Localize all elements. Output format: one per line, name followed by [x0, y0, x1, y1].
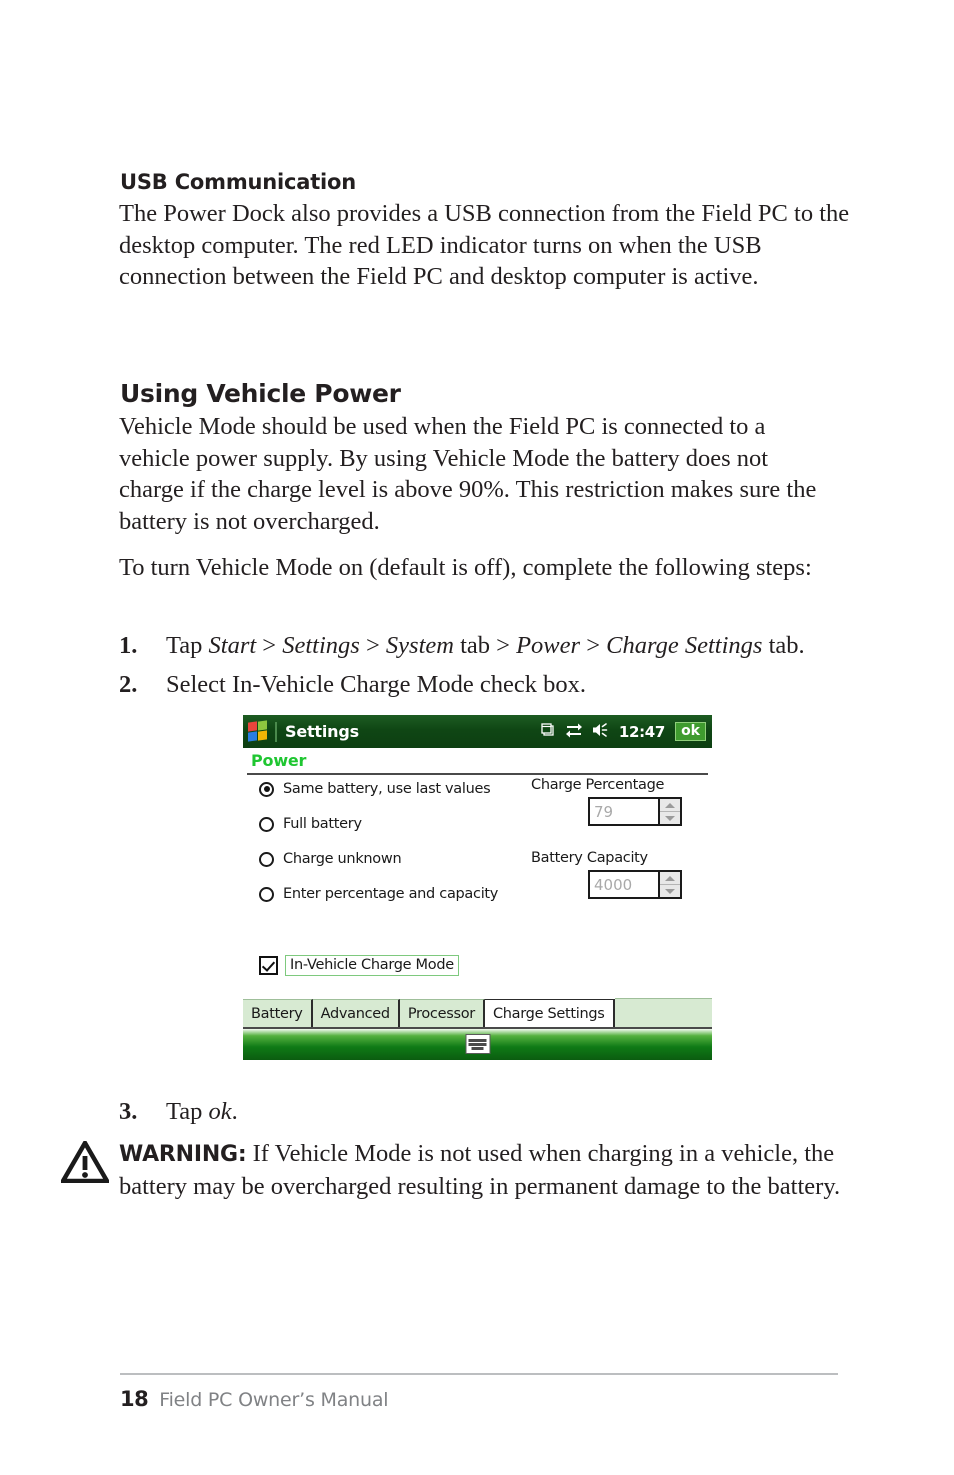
step-sep-2: >: [359, 632, 386, 659]
step-item-3: 3. Tap ok.: [119, 1096, 879, 1128]
in-vehicle-charge-mode-checkbox[interactable]: In-Vehicle Charge Mode: [259, 955, 459, 976]
radio-label: Same battery, use last values: [283, 781, 491, 797]
battery-capacity-group: Battery Capacity 4000: [531, 850, 682, 899]
device-title: Settings: [285, 722, 359, 741]
charge-percentage-value[interactable]: 79: [590, 799, 658, 824]
step-number: 2.: [119, 671, 138, 698]
charge-percentage-stepper[interactable]: 79: [588, 797, 682, 826]
radio-same-battery[interactable]: Same battery, use last values: [259, 781, 491, 797]
step-sep-3: tab >: [453, 632, 517, 659]
radio-label: Enter percentage and capacity: [283, 886, 499, 902]
keyboard-icon[interactable]: [465, 1034, 490, 1054]
page-number: 18: [120, 1387, 149, 1411]
applet-divider: [247, 773, 708, 775]
page-footer: 18 Field PC Owner’s Manual: [120, 1387, 389, 1411]
radio-enter-percentage-capacity[interactable]: Enter percentage and capacity: [259, 886, 498, 902]
step-italic-power: Power: [516, 632, 581, 659]
radio-indicator: [259, 816, 274, 832]
applet-title: Power: [251, 751, 307, 770]
radio-indicator: [259, 781, 274, 797]
windows-flag-icon[interactable]: [248, 719, 270, 743]
charge-percentage-group: Charge Percentage 79: [531, 777, 682, 826]
tab-strip-filler: [614, 998, 712, 1027]
volume-speaker-icon[interactable]: [592, 722, 610, 742]
device-body: Same battery, use last values Full batte…: [243, 777, 712, 999]
radio-indicator: [259, 851, 274, 867]
settings-tab-strip: Battery Advanced Processor Charge Settin…: [243, 998, 712, 1029]
warning-block: WARNING: If Vehicle Mode is not used whe…: [59, 1138, 849, 1202]
step-suffix: tab.: [762, 632, 805, 659]
device-clock: 12:47: [618, 722, 666, 741]
radio-label: Full battery: [283, 816, 362, 832]
ok-button[interactable]: ok: [675, 722, 706, 741]
step-italic-start: Start: [208, 632, 257, 659]
step-text: Select In-Vehicle Charge Mode check box.: [166, 671, 586, 698]
using-vehicle-power-heading: Using Vehicle Power: [120, 379, 401, 408]
radio-full-battery[interactable]: Full battery: [259, 816, 362, 832]
spinner-increment-button[interactable]: [660, 872, 680, 885]
connectivity-arrows-icon[interactable]: [565, 722, 583, 742]
device-taskbar: [243, 1029, 712, 1060]
checkbox-indicator: [259, 956, 278, 975]
checkbox-label: In-Vehicle Charge Mode: [285, 955, 459, 976]
warning-text: WARNING: If Vehicle Mode is not used whe…: [119, 1138, 849, 1202]
step-item-2: 2. Select In-Vehicle Charge Mode check b…: [119, 669, 879, 701]
battery-capacity-value[interactable]: 4000: [590, 872, 658, 897]
usb-communication-paragraph: The Power Dock also provides a USB conne…: [119, 200, 850, 291]
step-italic-system: System: [385, 632, 454, 659]
spinner-decrement-button[interactable]: [660, 812, 680, 824]
radio-label: Charge unknown: [283, 851, 402, 867]
multitask-windows-icon[interactable]: [540, 722, 556, 742]
charge-percentage-label: Charge Percentage: [531, 777, 665, 793]
spinner-increment-button[interactable]: [660, 799, 680, 812]
step-sep-4: >: [580, 632, 607, 659]
titlebar-divider: [275, 721, 277, 742]
battery-capacity-stepper[interactable]: 4000: [588, 870, 682, 899]
step-text-prefix: Tap: [166, 1098, 209, 1125]
battery-capacity-label: Battery Capacity: [531, 850, 648, 866]
step-italic-ok: ok: [208, 1098, 232, 1125]
usb-communication-heading: USB Communication: [120, 170, 357, 194]
step-number: 1.: [119, 632, 138, 659]
device-settings-screenshot: Settings 12:47 ok Power Same battery, us…: [243, 715, 712, 1060]
tab-advanced[interactable]: Advanced: [312, 999, 400, 1027]
warning-label: WARNING:: [119, 1142, 247, 1167]
warning-triangle-icon: [59, 1138, 111, 1184]
spinner-decrement-button[interactable]: [660, 885, 680, 897]
using-vehicle-power-paragraph: Vehicle Mode should be used when the Fie…: [119, 413, 817, 535]
tab-processor[interactable]: Processor: [399, 999, 485, 1027]
spinner-arrows: [658, 872, 680, 897]
step-suffix: .: [231, 1098, 238, 1125]
applet-header: Power: [243, 748, 712, 775]
step-italic-charge-settings: Charge Settings: [606, 632, 763, 659]
radio-indicator: [259, 886, 274, 902]
manual-page: USB Communication The Power Dock also pr…: [0, 0, 954, 1475]
radio-charge-unknown[interactable]: Charge unknown: [259, 851, 402, 867]
manual-title: Field PC Owner’s Manual: [159, 1389, 389, 1411]
step-item-1: 1. Tap Start > Settings > System tab > P…: [119, 630, 879, 662]
vehicle-mode-intro-paragraph: To turn Vehicle Mode on (default is off)…: [119, 554, 812, 581]
step-sep-1: >: [256, 632, 283, 659]
device-titlebar: Settings 12:47 ok: [243, 715, 712, 748]
step-text: Tap ok.: [166, 1096, 879, 1128]
footer-divider: [120, 1373, 838, 1375]
spinner-arrows: [658, 799, 680, 824]
tab-charge-settings[interactable]: Charge Settings: [484, 999, 615, 1027]
step-text-prefix: Tap: [166, 632, 209, 659]
step-number: 3.: [119, 1098, 138, 1125]
tab-battery[interactable]: Battery: [243, 999, 313, 1027]
step-italic-settings: Settings: [282, 632, 360, 659]
step-text: Tap Start > Settings > System tab > Powe…: [166, 630, 879, 662]
